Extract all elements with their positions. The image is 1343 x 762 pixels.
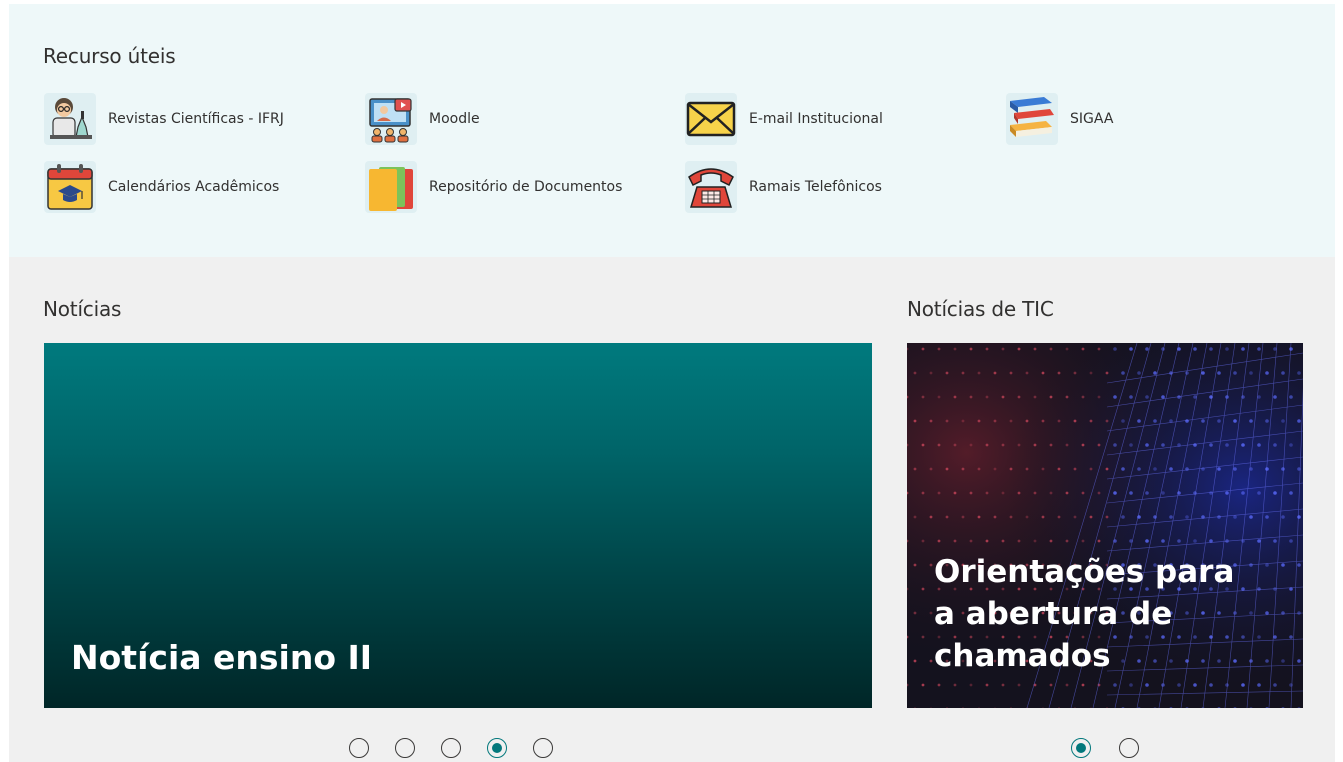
tic-carousel-dots bbox=[1071, 738, 1139, 758]
news-carousel-dot-1[interactable] bbox=[349, 738, 369, 758]
online-class-icon bbox=[365, 93, 417, 145]
resource-repositorio-documentos[interactable]: Repositório de Documentos bbox=[365, 160, 622, 214]
telephone-icon bbox=[685, 161, 737, 213]
news-slide-title: Notícia ensino II bbox=[71, 638, 373, 678]
news-title: Notícias bbox=[43, 297, 122, 321]
resources-title: Recurso úteis bbox=[43, 44, 176, 68]
news-carousel-dot-2[interactable] bbox=[395, 738, 415, 758]
news-carousel-dot-4[interactable] bbox=[487, 738, 507, 758]
resource-label: Calendários Acadêmicos bbox=[108, 179, 280, 195]
tic-slide-title: Orientações para a abertura de chamados bbox=[934, 554, 1235, 675]
tic-carousel-dot-2[interactable] bbox=[1119, 738, 1139, 758]
resource-label: Repositório de Documentos bbox=[429, 179, 623, 195]
resource-label: E-mail Institucional bbox=[749, 111, 883, 127]
resource-label: Revistas Científicas - IFRJ bbox=[108, 111, 284, 127]
news-carousel-dot-3[interactable] bbox=[441, 738, 461, 758]
calendar-graduation-icon bbox=[44, 161, 96, 213]
news-section: Notícias Notícias de TIC Notícia ensino … bbox=[9, 257, 1335, 762]
resource-label: SIGAA bbox=[1070, 111, 1114, 127]
tic-carousel-dot-1[interactable] bbox=[1071, 738, 1091, 758]
documents-icon bbox=[365, 161, 417, 213]
resource-calendarios-academicos[interactable]: Calendários Acadêmicos bbox=[44, 160, 279, 214]
resource-revistas-cientificas[interactable]: Revistas Científicas - IFRJ bbox=[44, 92, 284, 146]
news-carousel-slide[interactable]: Notícia ensino II bbox=[44, 343, 872, 708]
resource-label: Ramais Telefônicos bbox=[749, 179, 882, 195]
envelope-icon bbox=[685, 93, 737, 145]
resource-ramais-telefonicos[interactable]: Ramais Telefônicos bbox=[685, 160, 882, 214]
tic-carousel-slide[interactable]: Orientações para a abertura de chamados bbox=[907, 343, 1303, 708]
scientist-icon bbox=[44, 93, 96, 145]
resource-label: Moodle bbox=[429, 111, 480, 127]
news-carousel-dots bbox=[349, 738, 553, 758]
resource-sigaa[interactable]: SIGAA bbox=[1006, 92, 1113, 146]
books-icon bbox=[1006, 93, 1058, 145]
resources-section: Recurso úteis Revistas Científicas - IFR… bbox=[9, 4, 1335, 257]
resource-email-institucional[interactable]: E-mail Institucional bbox=[685, 92, 883, 146]
news-carousel-dot-5[interactable] bbox=[533, 738, 553, 758]
resource-moodle[interactable]: Moodle bbox=[365, 92, 480, 146]
tic-news-title: Notícias de TIC bbox=[907, 297, 1054, 321]
